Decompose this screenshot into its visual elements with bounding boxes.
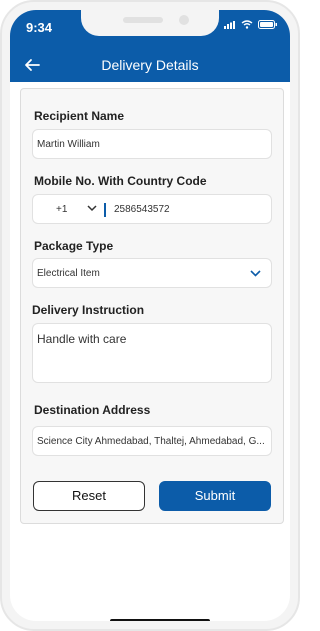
page-title: Delivery Details: [101, 57, 199, 73]
chevron-down-icon[interactable]: [250, 270, 261, 277]
recipient-name-input[interactable]: Martin William: [32, 129, 272, 159]
home-indicator: [110, 619, 210, 621]
app-bar: Delivery Details: [10, 48, 290, 82]
recipient-name-label: Recipient Name: [34, 109, 125, 123]
status-time: 9:34: [26, 20, 53, 35]
package-type-label: Package Type: [34, 239, 114, 253]
country-code-selector[interactable]: +1: [56, 204, 67, 215]
signal-icon: [224, 20, 235, 29]
package-type-value: Electrical Item: [37, 268, 100, 279]
camera: [179, 15, 189, 25]
reset-button[interactable]: Reset: [33, 481, 145, 511]
delivery-form-card: Recipient Name Martin William Mobile No.…: [20, 88, 284, 524]
mobile-number-value: 2586543572: [114, 204, 170, 215]
status-bar: 9:34: [10, 10, 290, 48]
wifi-icon: [241, 20, 253, 29]
input-divider: [104, 203, 106, 217]
battery-icon: [258, 20, 277, 29]
destination-address-label: Destination Address: [34, 403, 151, 417]
phone-frame: 9:34 Delivery Details Recipient Name Mar…: [0, 0, 300, 631]
package-type-select[interactable]: Electrical Item: [32, 258, 272, 288]
delivery-instruction-value: Handle with care: [37, 332, 127, 346]
delivery-instruction-label: Delivery Instruction: [32, 303, 145, 317]
chevron-down-icon[interactable]: [87, 205, 97, 212]
delivery-instruction-textarea[interactable]: Handle with care: [32, 323, 272, 383]
status-icons: [224, 20, 278, 29]
destination-address-input[interactable]: Science City Ahmedabad, Thaltej, Ahmedab…: [32, 426, 272, 456]
mobile-label: Mobile No. With Country Code: [34, 174, 207, 188]
speaker: [123, 17, 163, 23]
submit-button[interactable]: Submit: [159, 481, 271, 511]
screen: 9:34 Delivery Details Recipient Name Mar…: [10, 10, 290, 621]
recipient-name-value: Martin William: [37, 139, 100, 150]
mobile-field[interactable]: +1 2586543572: [32, 194, 272, 224]
destination-address-value: Science City Ahmedabad, Thaltej, Ahmedab…: [37, 436, 265, 447]
notch: [81, 10, 219, 36]
